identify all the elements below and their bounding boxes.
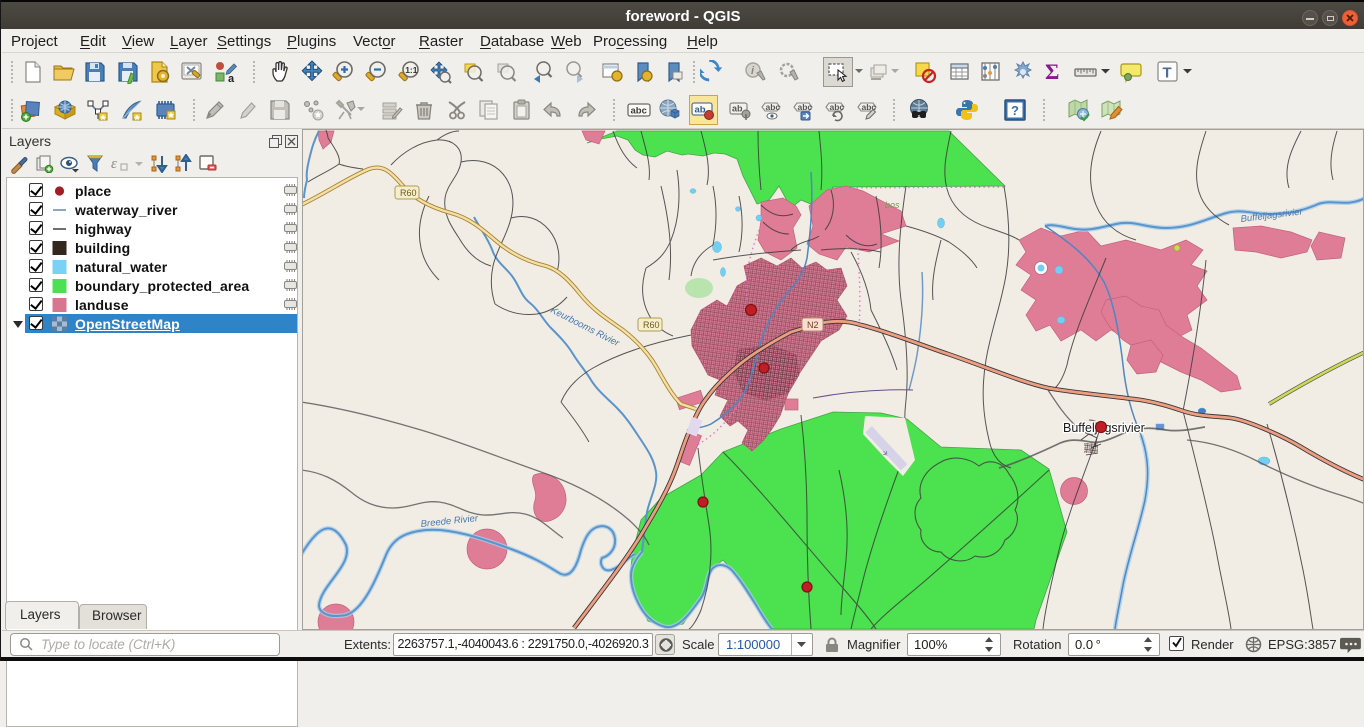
svg-text:ε: ε — [111, 156, 117, 172]
svg-text:R60: R60 — [400, 188, 417, 198]
svg-text:1:1: 1:1 — [405, 65, 418, 75]
svg-text:Buffeljagsrivier: Buffeljagsrivier — [1240, 206, 1304, 225]
svg-text:abc: abc — [798, 102, 813, 112]
svg-text:ab: ab — [732, 104, 743, 114]
svg-text:a: a — [228, 73, 235, 84]
svg-text:ab: ab — [695, 105, 706, 116]
svg-text:Breede Rivier: Breede Rivier — [420, 513, 479, 530]
svg-text:Keurbooms Rivier: Keurbooms Rivier — [549, 305, 622, 349]
svg-text:N2: N2 — [807, 320, 819, 330]
svg-text:R60: R60 — [643, 320, 660, 330]
svg-text:T: T — [1163, 65, 1172, 82]
svg-text:?: ? — [1011, 103, 1019, 118]
svg-text:abc: abc — [830, 102, 845, 112]
svg-text:abc: abc — [631, 106, 647, 117]
svg-text:abc: abc — [766, 102, 781, 112]
svg-text:bos: bos — [885, 200, 900, 210]
